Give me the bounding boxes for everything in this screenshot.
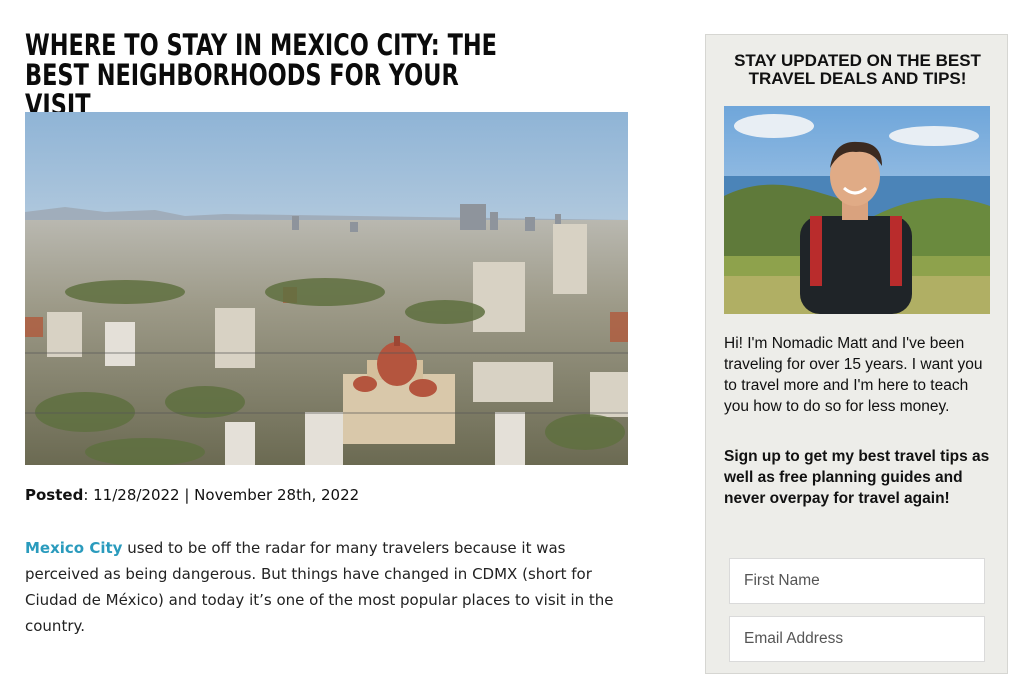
- article-title: WHERE TO STAY IN MEXICO CITY: THE BEST N…: [25, 28, 498, 122]
- mexico-city-link[interactable]: Mexico City: [25, 539, 122, 557]
- hero-image-mexico-city-skyline: [25, 112, 628, 465]
- email-input[interactable]: [729, 616, 985, 662]
- post-date: Posted: 11/28/2022 | November 28th, 2022: [25, 486, 359, 504]
- intro-paragraph: Mexico City used to be off the radar for…: [25, 535, 630, 639]
- posted-date-value: : 11/28/2022 | November 28th, 2022: [83, 486, 360, 504]
- author-photo: [724, 106, 990, 314]
- first-name-input[interactable]: [729, 558, 985, 604]
- sidebar-heading: STAY UPDATED ON THE BEST TRAVEL DEALS AN…: [734, 51, 981, 88]
- posted-label: Posted: [25, 486, 84, 504]
- newsletter-sidebar: STAY UPDATED ON THE BEST TRAVEL DEALS AN…: [705, 34, 1008, 674]
- author-bio: Hi! I'm Nomadic Matt and I've been trave…: [724, 335, 983, 415]
- signup-cta-text: Sign up to get my best travel tips as we…: [724, 448, 990, 507]
